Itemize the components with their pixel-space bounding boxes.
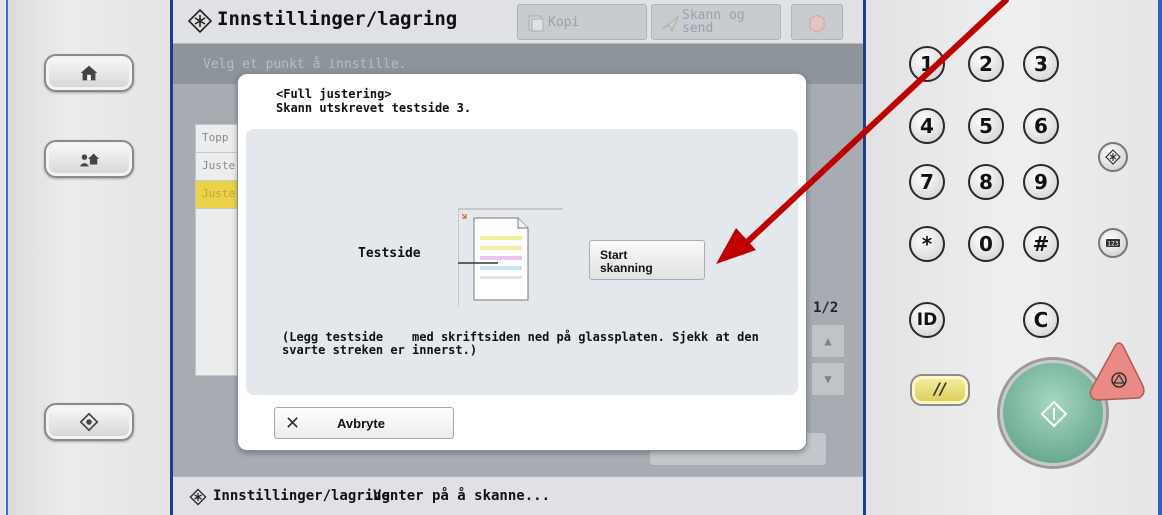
status-bar: Innstillinger/lagring Venter på å skanne… [173,476,863,515]
key-3[interactable]: 3 [1023,46,1059,82]
start-button-line2: skanning [600,261,653,275]
tab-copy[interactable]: Kopi [517,4,647,40]
scan-dialog: <Full justering> Skann utskrevet testsid… [237,73,807,451]
key-7[interactable]: 7 [909,164,945,200]
placement-note-line2: svarte streken er innerst.) [282,343,478,357]
cancel-label: Avbryte [337,416,385,431]
settings-key[interactable] [1098,142,1128,172]
key-9[interactable]: 9 [1023,164,1059,200]
cancel-button[interactable]: ✕ Avbryte [274,407,454,439]
stop-key[interactable] [1079,336,1149,406]
close-icon: ✕ [285,413,301,433]
user-home-icon [79,153,100,167]
left-panel-edge [0,0,8,515]
dialog-heading-title: <Full justering> [276,87,392,101]
key-6[interactable]: 6 [1023,108,1059,144]
dialog-heading-subtitle: Skann utskrevet testside 3. [276,101,472,115]
dialog-heading: <Full justering> Skann utskrevet testsid… [276,87,471,115]
key-asterisk[interactable]: * [909,226,945,262]
scroll-down-button[interactable]: ▼ [811,362,845,396]
key-5[interactable]: 5 [968,108,1004,144]
key-4[interactable]: 4 [909,108,945,144]
dialog-content-panel: Testside Start skanning (Legg testside m… [246,129,798,395]
instruction-text: Velg et punkt å innstille. [203,57,407,72]
counter-check-key[interactable]: 123 [1098,228,1128,258]
key-hash[interactable]: # [1023,226,1059,262]
settings-asterisk-icon [187,8,213,34]
counter-key-label: 123 [1107,241,1119,248]
settings-register-button[interactable] [44,403,134,441]
key-8[interactable]: 8 [968,164,1004,200]
tab-box[interactable] [791,4,843,40]
page-indicator: 1/2 [813,300,839,316]
keypad-panel: 1 2 3 4 5 6 7 8 9 * 0 # ID C 123 // [866,0,1162,515]
key-0[interactable]: 0 [968,226,1004,262]
start-scanning-button[interactable]: Start skanning [589,240,705,280]
placement-note: (Legg testside med skriftsiden ned på gl… [282,331,772,357]
reset-key[interactable]: // [910,374,970,406]
tab-copy-label: Kopi [548,15,580,30]
tab-scan-send[interactable]: Skann og send [651,4,781,40]
left-hardware-panel [0,0,170,515]
tab-scan-send-label-2: send [682,21,714,36]
screen-title: Innstillinger/lagring [217,8,458,30]
box-icon [809,14,825,33]
status-message: Venter på å skanne... [373,488,551,504]
clear-key[interactable]: C [1023,302,1059,338]
right-panel-edge [1158,0,1162,515]
key-1[interactable]: 1 [909,46,945,82]
settings-asterisk-icon [189,488,207,506]
counter-icon: 123 [1106,239,1120,248]
testside-label: Testside [358,246,421,261]
scan-send-icon [661,15,680,33]
key-2[interactable]: 2 [968,46,1004,82]
start-diamond-icon [1040,400,1068,428]
settings-asterisk-icon [1105,149,1121,165]
test-page-illustration [458,208,563,306]
id-key[interactable]: ID [909,302,945,338]
diamond-eye-icon [79,412,99,432]
home-button[interactable] [44,54,134,92]
top-bar: Innstillinger/lagring Kopi Skann og send [173,0,863,44]
home-icon [80,65,98,81]
copy-icon [528,15,544,32]
status-title: Innstillinger/lagring [213,488,391,504]
scroll-up-button[interactable]: ▲ [811,324,845,358]
personal-home-button[interactable] [44,140,134,178]
touch-screen: Innstillinger/lagring Kopi Skann og send… [170,0,866,515]
